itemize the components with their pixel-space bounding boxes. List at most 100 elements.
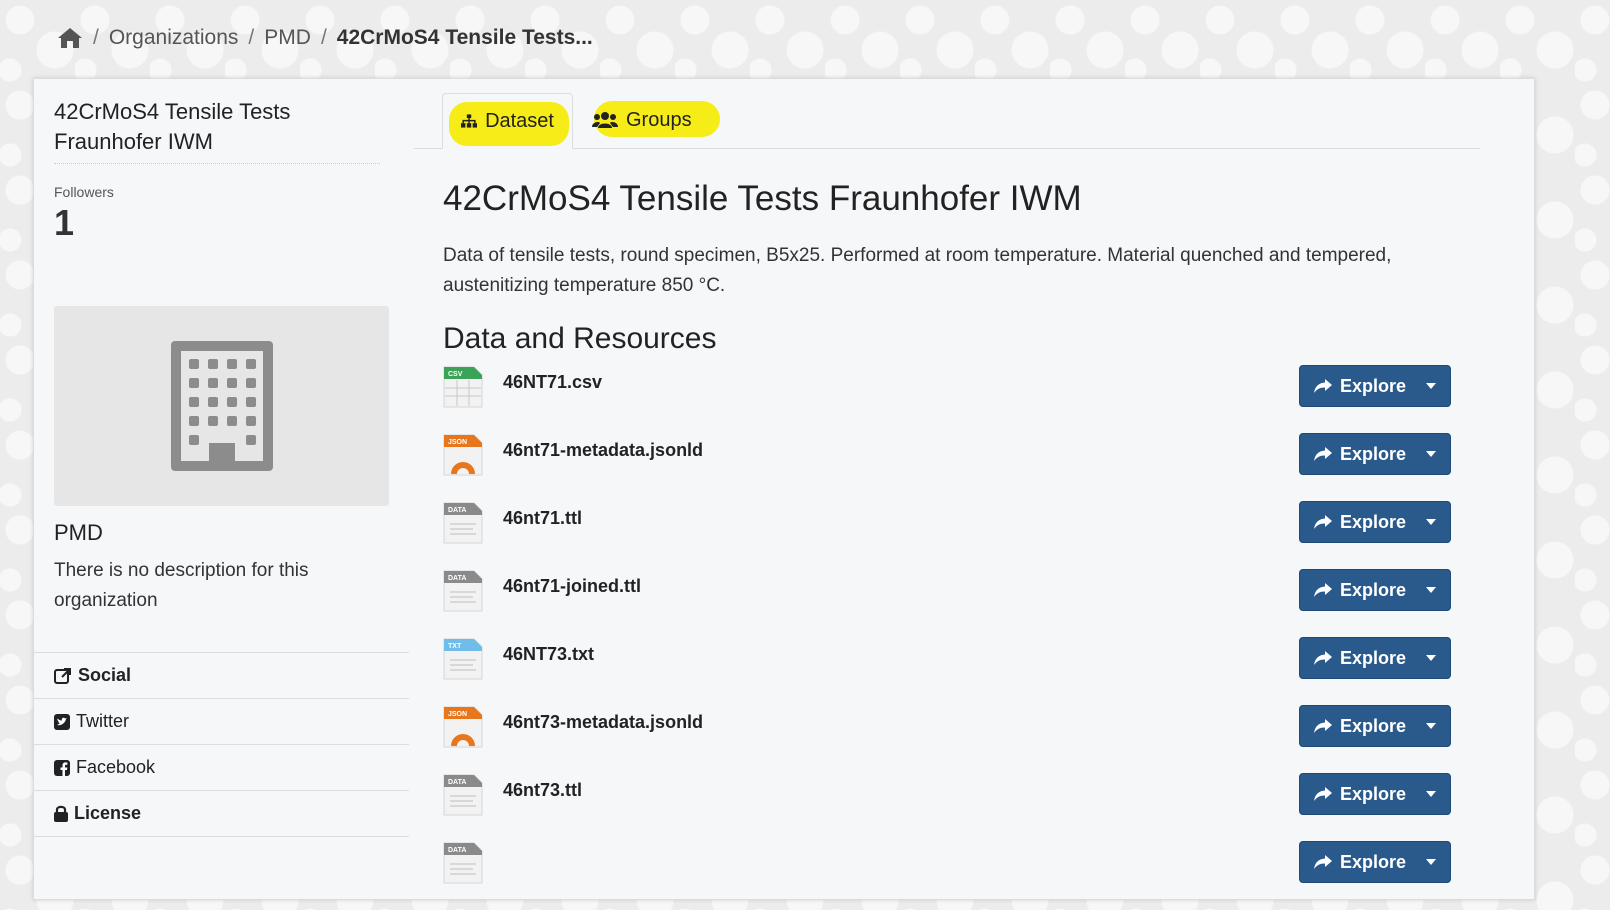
resource-item: TXT 46NT73.txt Explore (443, 637, 1451, 706)
social-heading: Social (34, 652, 409, 698)
resource-item: JSON 46nt71-metadata.jsonld Explore (443, 433, 1451, 502)
dropdown-caret-icon[interactable] (1426, 451, 1436, 457)
share-icon (1314, 854, 1332, 869)
organization-image[interactable] (54, 306, 389, 506)
organization-name[interactable]: PMD (54, 520, 409, 546)
organization-description: There is no description for this organiz… (54, 560, 309, 611)
data-file-icon[interactable]: DATA (443, 842, 483, 884)
resource-list: CSV 46NT71.csv Explore JSON 46nt71-metadata.… (443, 365, 1451, 910)
file-format-label: TXT (448, 643, 462, 650)
sidebar-dataset-title: 42CrMoS4 Tensile Tests Fraunhofer IWM (54, 97, 380, 164)
dropdown-caret-icon[interactable] (1426, 723, 1436, 729)
tab-groups[interactable]: Groups (574, 93, 720, 147)
data-file-icon[interactable]: DATA (443, 774, 483, 816)
resource-name[interactable]: 46NT71.csv (503, 372, 602, 393)
explore-button[interactable]: Explore (1299, 637, 1451, 679)
share-icon (1314, 582, 1332, 597)
dataset-description: Data of tensile tests, round specimen, B… (443, 245, 1392, 296)
share-icon (1314, 514, 1332, 529)
share-square-icon (54, 667, 71, 684)
breadcrumb-organizations[interactable]: Organizations (109, 26, 239, 50)
explore-label: Explore (1340, 579, 1407, 600)
data-file-icon[interactable]: DATA (443, 570, 483, 612)
json-file-icon[interactable]: JSON (443, 706, 483, 748)
tab-bar: Dataset Groups (414, 93, 1480, 149)
share-icon (1314, 378, 1332, 393)
file-format-label: DATA (448, 507, 466, 514)
explore-button[interactable]: Explore (1299, 773, 1451, 815)
building-icon (170, 341, 273, 471)
facebook-icon (54, 759, 70, 776)
explore-button[interactable]: Explore (1299, 705, 1451, 747)
csv-file-icon[interactable]: CSV (443, 366, 483, 408)
twitter-link[interactable]: Twitter (34, 698, 409, 744)
social-label: Social (78, 665, 132, 685)
file-format-label: DATA (448, 575, 466, 582)
explore-label: Explore (1340, 647, 1407, 668)
license-heading: License (34, 790, 409, 837)
share-icon (1314, 786, 1332, 801)
resource-item: DATA Explore (443, 841, 1451, 910)
resource-item: CSV 46NT71.csv Explore (443, 365, 1451, 434)
resource-item: DATA 46nt71-joined.ttl Explore (443, 569, 1451, 638)
home-icon[interactable] (57, 26, 83, 50)
resource-name[interactable]: 46nt71-joined.ttl (503, 576, 641, 597)
twitter-icon (54, 713, 70, 730)
dropdown-caret-icon[interactable] (1426, 383, 1436, 389)
resource-name[interactable]: 46NT73.txt (503, 644, 594, 665)
facebook-link[interactable]: Facebook (34, 744, 409, 790)
sidebar: 42CrMoS4 Tensile Tests Fraunhofer IWM Fo… (34, 79, 409, 837)
content-card: 42CrMoS4 Tensile Tests Fraunhofer IWM Fo… (33, 78, 1535, 900)
explore-button[interactable]: Explore (1299, 841, 1451, 883)
resources-heading: Data and Resources (443, 322, 717, 355)
breadcrumb: / Organizations / PMD / 42CrMoS4 Tensile… (57, 26, 593, 50)
followers-count: 1 (54, 202, 75, 243)
resource-name[interactable]: 46nt73.ttl (503, 780, 582, 801)
dropdown-caret-icon[interactable] (1426, 655, 1436, 661)
resource-name[interactable]: 46nt71.ttl (503, 508, 582, 529)
lock-icon (54, 805, 68, 822)
share-icon (1314, 718, 1332, 733)
dataset-title: 42CrMoS4 Tensile Tests Fraunhofer IWM (443, 179, 1082, 218)
file-format-label: DATA (448, 847, 466, 854)
dropdown-caret-icon[interactable] (1426, 519, 1436, 525)
file-format-label: CSV (448, 371, 463, 378)
explore-button[interactable]: Explore (1299, 433, 1451, 475)
sidebar-links: Social Twitter Facebook License (34, 652, 409, 837)
file-format-label: JSON (448, 711, 467, 718)
explore-label: Explore (1340, 715, 1407, 736)
twitter-label: Twitter (76, 711, 130, 731)
explore-label: Explore (1340, 851, 1407, 872)
explore-label: Explore (1340, 375, 1407, 396)
share-icon (1314, 446, 1332, 461)
resource-name[interactable]: 46nt71-metadata.jsonld (503, 440, 703, 461)
explore-button[interactable]: Explore (1299, 501, 1451, 543)
txt-file-icon[interactable]: TXT (443, 638, 483, 680)
tab-dataset-label: Dataset (485, 109, 554, 132)
file-format-label: DATA (448, 779, 466, 786)
resource-item: JSON 46nt73-metadata.jsonld Explore (443, 705, 1451, 774)
users-icon (592, 112, 618, 128)
explore-button[interactable]: Explore (1299, 569, 1451, 611)
file-format-label: JSON (448, 439, 467, 446)
tab-dataset[interactable]: Dataset (442, 93, 573, 149)
explore-button[interactable]: Explore (1299, 365, 1451, 407)
facebook-label: Facebook (76, 757, 156, 777)
breadcrumb-current[interactable]: 42CrMoS4 Tensile Tests... (337, 26, 593, 50)
breadcrumb-pmd[interactable]: PMD (264, 26, 311, 50)
share-icon (1314, 650, 1332, 665)
sitemap-icon (461, 114, 478, 128)
explore-label: Explore (1340, 443, 1407, 464)
json-file-icon[interactable]: JSON (443, 434, 483, 476)
data-file-icon[interactable]: DATA (443, 502, 483, 544)
explore-label: Explore (1340, 511, 1407, 532)
dropdown-caret-icon[interactable] (1426, 587, 1436, 593)
breadcrumb-separator: / (93, 26, 99, 49)
resource-name[interactable]: 46nt73-metadata.jsonld (503, 712, 703, 733)
license-label: License (74, 803, 142, 823)
followers-label: Followers (54, 184, 114, 200)
tab-groups-label: Groups (626, 108, 692, 131)
dropdown-caret-icon[interactable] (1426, 859, 1436, 865)
dropdown-caret-icon[interactable] (1426, 791, 1436, 797)
explore-label: Explore (1340, 783, 1407, 804)
